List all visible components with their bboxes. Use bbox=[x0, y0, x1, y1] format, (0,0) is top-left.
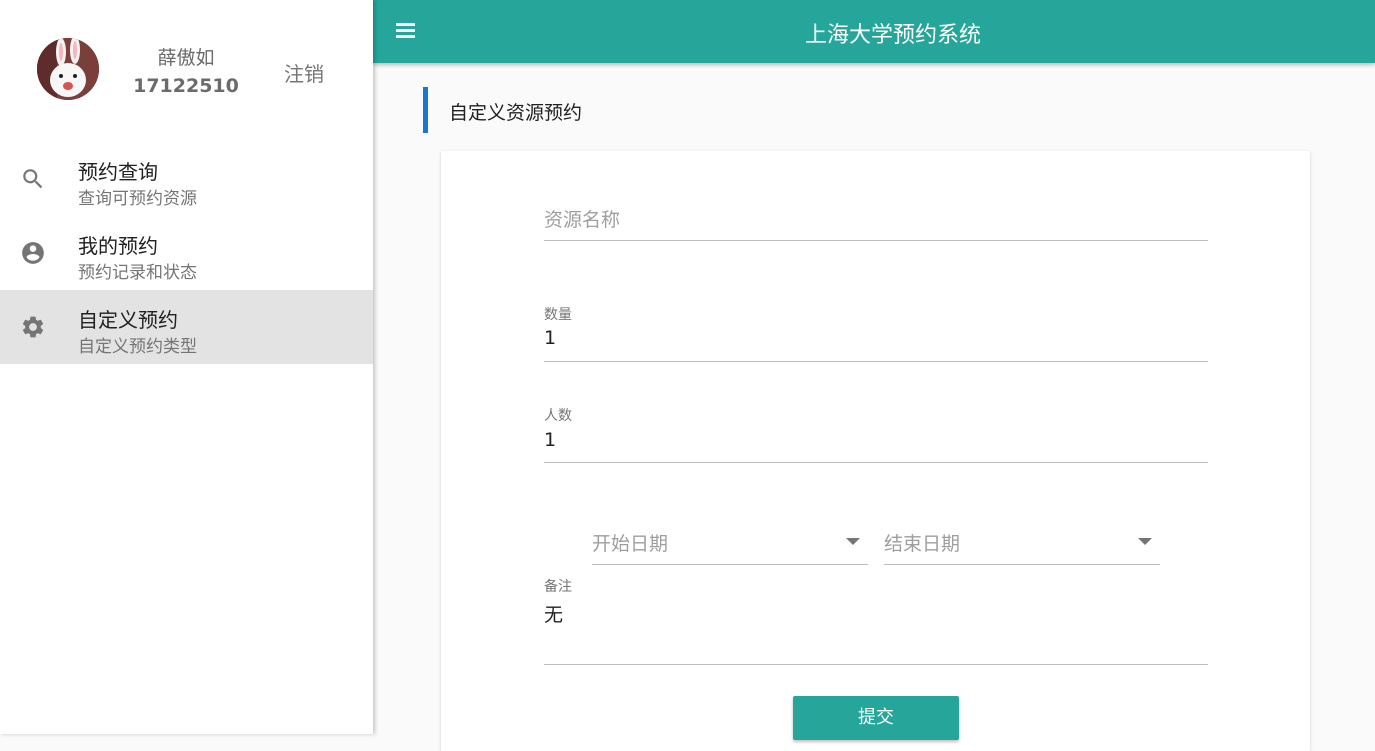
start-date-underline bbox=[592, 564, 868, 565]
people-count-input[interactable]: 1 bbox=[544, 429, 556, 451]
app-bar: 上海大学预约系统 bbox=[373, 0, 1375, 63]
sidebar-item-title: 自定义预约 bbox=[78, 308, 178, 332]
sidebar-item-reservation-search[interactable]: 预约查询 查询可预约资源 bbox=[0, 142, 373, 216]
logout-button[interactable]: 注销 bbox=[274, 58, 334, 87]
avatar[interactable] bbox=[37, 38, 99, 100]
chevron-down-icon[interactable] bbox=[1138, 538, 1152, 545]
end-date-underline bbox=[884, 564, 1160, 565]
people-count-label: 人数 bbox=[544, 408, 572, 424]
people-count-underline bbox=[544, 462, 1208, 463]
page-title: 自定义资源预约 bbox=[449, 102, 583, 124]
account-circle-icon bbox=[20, 240, 46, 266]
start-date-select[interactable]: 开始日期 bbox=[592, 529, 668, 556]
sidebar-item-subtitle: 查询可预约资源 bbox=[78, 189, 197, 209]
end-date-select[interactable]: 结束日期 bbox=[884, 529, 960, 556]
sidebar-item-title: 我的预约 bbox=[78, 234, 158, 258]
user-name: 薛傲如 bbox=[157, 47, 215, 69]
remark-label: 备注 bbox=[544, 579, 572, 595]
user-id: 17122510 bbox=[133, 75, 239, 97]
quantity-label: 数量 bbox=[544, 307, 572, 323]
sidebar-item-subtitle: 自定义预约类型 bbox=[78, 337, 197, 357]
resource-name-underline bbox=[544, 240, 1208, 241]
user-profile: 薛傲如 17122510 注销 bbox=[0, 0, 373, 140]
reservation-form-card bbox=[441, 151, 1310, 751]
quantity-input[interactable]: 1 bbox=[544, 327, 556, 349]
gear-icon bbox=[20, 314, 46, 340]
sidebar: 薛傲如 17122510 注销 预约查询 查询可预约资源 我的预约 预约记录和状… bbox=[0, 0, 373, 734]
app-title: 上海大学预约系统 bbox=[804, 23, 981, 48]
sidebar-item-title: 预约查询 bbox=[78, 160, 158, 184]
remark-underline bbox=[544, 664, 1208, 665]
sidebar-item-subtitle: 预约记录和状态 bbox=[78, 263, 197, 283]
quantity-underline bbox=[544, 361, 1208, 362]
section-accent-bar bbox=[423, 87, 428, 133]
chevron-down-icon[interactable] bbox=[846, 538, 860, 545]
remark-textarea[interactable]: 无 bbox=[544, 600, 563, 627]
resource-name-input[interactable]: 资源名称 bbox=[544, 205, 620, 232]
submit-button[interactable]: 提交 bbox=[793, 696, 959, 740]
sidebar-item-custom-reservation[interactable]: 自定义预约 自定义预约类型 bbox=[0, 290, 373, 364]
sidebar-item-my-reservations[interactable]: 我的预约 预约记录和状态 bbox=[0, 216, 373, 290]
search-icon bbox=[20, 166, 46, 192]
